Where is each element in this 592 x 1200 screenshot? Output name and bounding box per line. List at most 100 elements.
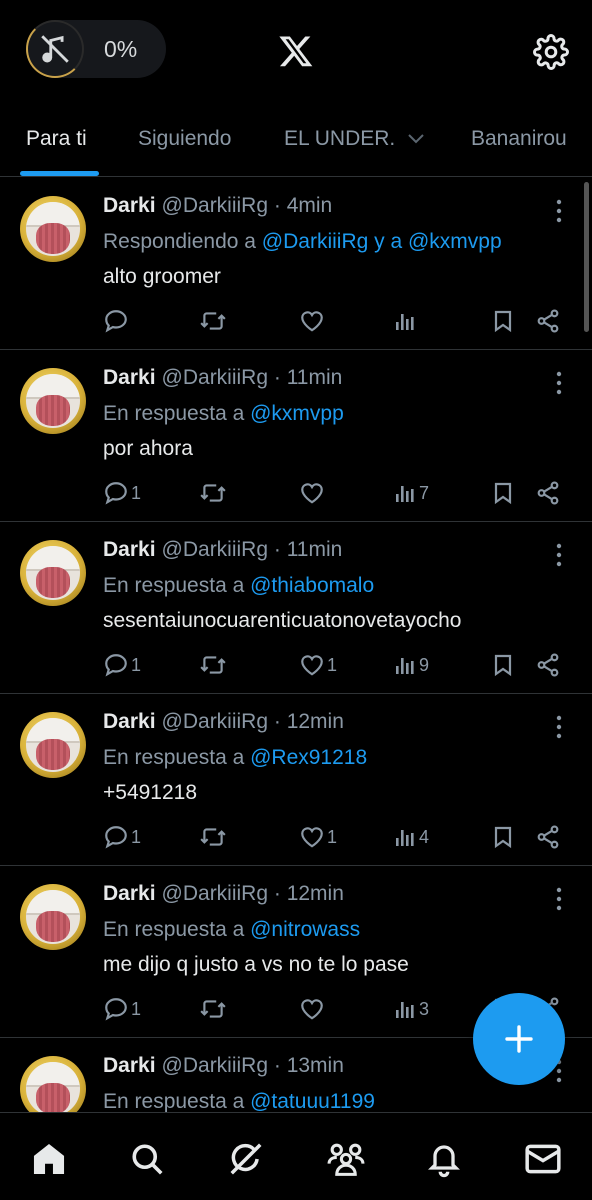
tweet-item[interactable]: Darki @DarkiiiRg · 11min En respuesta a @…: [0, 350, 592, 522]
reply-button[interactable]: 1: [103, 478, 141, 508]
tab-el-under[interactable]: EL UNDER.: [284, 127, 425, 151]
reply-prefix: En respuesta a: [103, 574, 251, 597]
repost-button[interactable]: [199, 306, 227, 336]
nav-search[interactable]: [127, 1139, 167, 1179]
share-button[interactable]: [535, 478, 561, 508]
avatar[interactable]: [20, 196, 86, 262]
reply-count: 1: [131, 482, 142, 503]
tweet-item[interactable]: Darki @DarkiiiRg · 12min En respuesta a @…: [0, 694, 592, 866]
reply-mention[interactable]: @kxmvpp: [250, 402, 344, 425]
more-options-button[interactable]: [549, 714, 569, 740]
views-button[interactable]: 3: [393, 994, 429, 1024]
tweet-item[interactable]: Darki @DarkiiiRg · 4min Respondiendo a @D…: [0, 178, 592, 350]
reply-mention[interactable]: @Rex91218: [250, 746, 367, 769]
like-button[interactable]: [299, 478, 327, 508]
feed-tabs: Para ti Siguiendo EL UNDER. Bananirou: [0, 105, 592, 177]
gear-icon[interactable]: [533, 34, 569, 70]
avatar[interactable]: [20, 540, 86, 606]
reply-button[interactable]: 1: [103, 822, 141, 852]
author-name[interactable]: Darki: [103, 366, 156, 389]
more-options-button[interactable]: [549, 370, 569, 396]
share-button[interactable]: [535, 650, 561, 680]
like-button[interactable]: [299, 994, 327, 1024]
author-name[interactable]: Darki: [103, 1054, 156, 1077]
repost-button[interactable]: [199, 822, 227, 852]
plus-icon: [505, 1025, 533, 1053]
tab-bananirou[interactable]: Bananirou: [471, 127, 567, 151]
nav-home[interactable]: [29, 1139, 69, 1179]
more-icon: [556, 199, 562, 223]
reply-context: En respuesta a @kxmvpp: [103, 402, 344, 426]
bookmark-button[interactable]: [491, 478, 515, 508]
like-icon: [301, 827, 323, 848]
repost-button[interactable]: [199, 478, 227, 508]
share-icon: [537, 653, 559, 677]
author-handle-time: @DarkiiiRg · 12min: [161, 882, 344, 905]
reply-button[interactable]: [103, 306, 131, 336]
nav-notifications[interactable]: [424, 1139, 464, 1179]
views-button[interactable]: 9: [393, 650, 429, 680]
author-name[interactable]: Darki: [103, 538, 156, 561]
reply-button[interactable]: 1: [103, 650, 141, 680]
reply-count: 1: [131, 998, 142, 1019]
avatar[interactable]: [20, 884, 86, 950]
author-handle-time: @DarkiiiRg · 11min: [161, 538, 343, 561]
search-icon: [132, 1144, 163, 1175]
share-button[interactable]: [535, 306, 561, 336]
reply-mention[interactable]: @DarkiiiRg y a @kxmvpp: [262, 230, 502, 253]
author-name[interactable]: Darki: [103, 194, 156, 217]
more-options-button[interactable]: [549, 542, 569, 568]
like-button[interactable]: 1: [299, 650, 337, 680]
like-button[interactable]: [299, 306, 327, 336]
reply-mention[interactable]: @tatuuu1199: [250, 1090, 375, 1112]
view-count: 4: [419, 826, 430, 847]
like-icon: [301, 655, 323, 676]
more-options-button[interactable]: [549, 886, 569, 912]
author-handle-time: @DarkiiiRg · 12min: [161, 710, 344, 733]
more-icon: [556, 887, 562, 911]
reply-context: En respuesta a @thiabomalo: [103, 574, 374, 598]
compose-button[interactable]: [473, 993, 565, 1085]
nav-communities[interactable]: [326, 1139, 366, 1179]
repost-button[interactable]: [199, 650, 227, 680]
author-name[interactable]: Darki: [103, 882, 156, 905]
more-options-button[interactable]: [549, 198, 569, 224]
like-button[interactable]: 1: [299, 822, 337, 852]
nav-messages[interactable]: [523, 1139, 563, 1179]
reply-count: 1: [131, 654, 142, 675]
share-icon: [537, 825, 559, 849]
reply-context: En respuesta a @Rex91218: [103, 746, 367, 770]
bookmark-button[interactable]: [491, 306, 515, 336]
avatar[interactable]: [20, 368, 86, 434]
author-name[interactable]: Darki: [103, 710, 156, 733]
bookmark-button[interactable]: [491, 822, 515, 852]
more-icon: [556, 371, 562, 395]
reply-mention[interactable]: @nitrowass: [250, 918, 360, 941]
like-icon: [301, 483, 323, 504]
tweet-actions: 1 7: [103, 478, 563, 508]
reply-mention[interactable]: @thiabomalo: [250, 574, 374, 597]
reply-icon: [105, 310, 127, 333]
repost-icon: [200, 312, 226, 330]
chevron-down-icon: [407, 127, 425, 151]
reply-icon: [105, 998, 127, 1021]
avatar[interactable]: [20, 712, 86, 778]
views-button[interactable]: 4: [393, 822, 429, 852]
like-count: 1: [327, 654, 338, 675]
repost-button[interactable]: [199, 994, 227, 1024]
views-button[interactable]: 7: [393, 478, 429, 508]
bookmark-button[interactable]: [491, 650, 515, 680]
tab-siguiendo[interactable]: Siguiendo: [138, 127, 231, 151]
avatar[interactable]: [20, 1056, 86, 1112]
reply-context: Respondiendo a @DarkiiiRg y a @kxmvpp: [103, 230, 502, 254]
x-logo-icon[interactable]: [277, 33, 315, 69]
share-button[interactable]: [535, 822, 561, 852]
tab-para-ti[interactable]: Para ti: [26, 127, 87, 151]
reply-button[interactable]: 1: [103, 994, 141, 1024]
views-icon: [396, 830, 414, 846]
nav-grok[interactable]: [226, 1139, 266, 1179]
views-button[interactable]: [393, 306, 419, 336]
tweet-item[interactable]: Darki @DarkiiiRg · 11min En respuesta a @…: [0, 522, 592, 694]
battery-saver-pill[interactable]: 0%: [26, 20, 166, 78]
reply-context: En respuesta a @nitrowass: [103, 918, 360, 942]
